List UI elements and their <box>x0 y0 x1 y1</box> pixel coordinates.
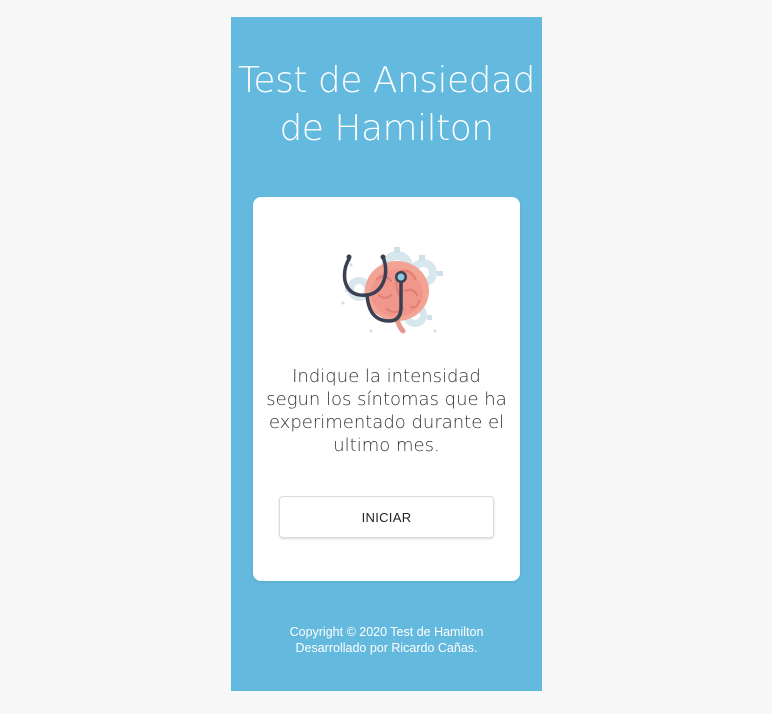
page-title-line-1: Test de Ansiedad <box>238 60 535 101</box>
copyright-text: Copyright © 2020 Test de Hamilton <box>289 625 484 639</box>
stethoscope-brain-icon <box>341 247 443 334</box>
credit-text: Desarrollado por Ricardo Cañas. <box>295 641 478 655</box>
app-panel: Test de Ansiedad de Hamilton Indique la … <box>231 17 542 691</box>
page-title-line-2: de Hamilton <box>279 108 494 149</box>
intro-card: Indique la intensidad segun los síntomas… <box>253 197 520 581</box>
instructions-text: Indique la intensidad segun los síntomas… <box>266 366 507 456</box>
start-button[interactable]: INICIAR <box>279 496 494 538</box>
page-title: Test de Ansiedad de Hamilton <box>231 57 542 153</box>
footer: Copyright © 2020 Test de Hamilton Desarr… <box>231 624 542 656</box>
